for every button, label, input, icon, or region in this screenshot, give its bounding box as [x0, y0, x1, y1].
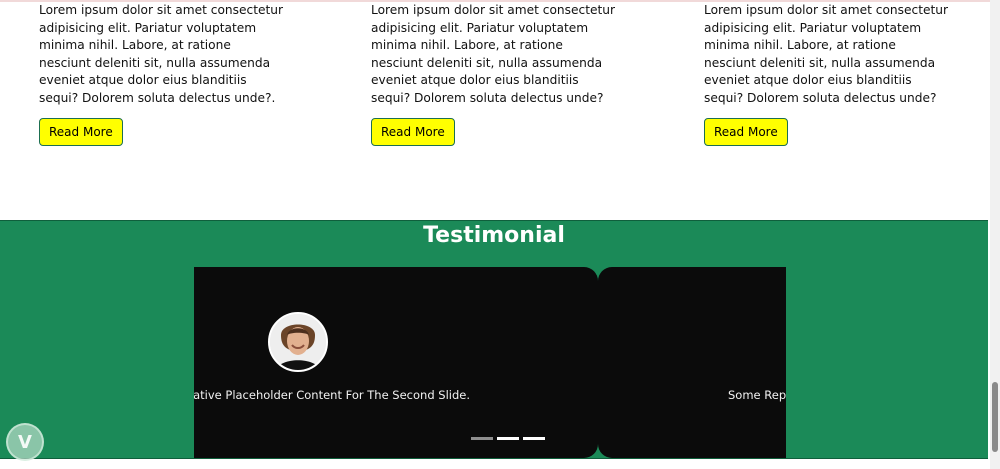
testimonial-slide: esentative Placeholder Content For The S…: [194, 267, 598, 458]
person-avatar-icon: [270, 314, 326, 370]
testimonial-slide: Some Rep: [598, 267, 786, 458]
testimonial-title: Testimonial: [423, 223, 565, 248]
testimonial-section: Testimonial esentative Placeholder Conte…: [0, 220, 988, 459]
card-text: Lorem ipsum dolor sit amet consectetur a…: [704, 3, 948, 105]
slide-caption: esentative Placeholder Content For The S…: [194, 388, 470, 402]
page-scrollbar[interactable]: [990, 0, 1000, 469]
card-text: Lorem ipsum dolor sit amet consectetur a…: [39, 3, 283, 105]
carousel-indicator[interactable]: [497, 437, 519, 440]
card-1: Lorem ipsum dolor sit amet consectetur a…: [39, 2, 284, 146]
v-logo-icon: V: [6, 423, 44, 461]
carousel-indicators: [471, 437, 545, 440]
card-2: Lorem ipsum dolor sit amet consectetur a…: [371, 2, 616, 146]
avatar: [268, 312, 328, 372]
carousel-indicator[interactable]: [523, 437, 545, 440]
read-more-button[interactable]: Read More: [371, 117, 455, 146]
read-more-button[interactable]: Read More: [39, 117, 123, 146]
card-text: Lorem ipsum dolor sit amet consectetur a…: [371, 3, 615, 105]
carousel-indicator[interactable]: [471, 437, 493, 440]
testimonial-carousel[interactable]: esentative Placeholder Content For The S…: [194, 267, 786, 458]
scrollbar-thumb[interactable]: [992, 382, 998, 452]
slide-caption: Some Rep: [728, 388, 786, 402]
read-more-button[interactable]: Read More: [704, 117, 788, 146]
card-3: Lorem ipsum dolor sit amet consectetur a…: [704, 2, 949, 146]
